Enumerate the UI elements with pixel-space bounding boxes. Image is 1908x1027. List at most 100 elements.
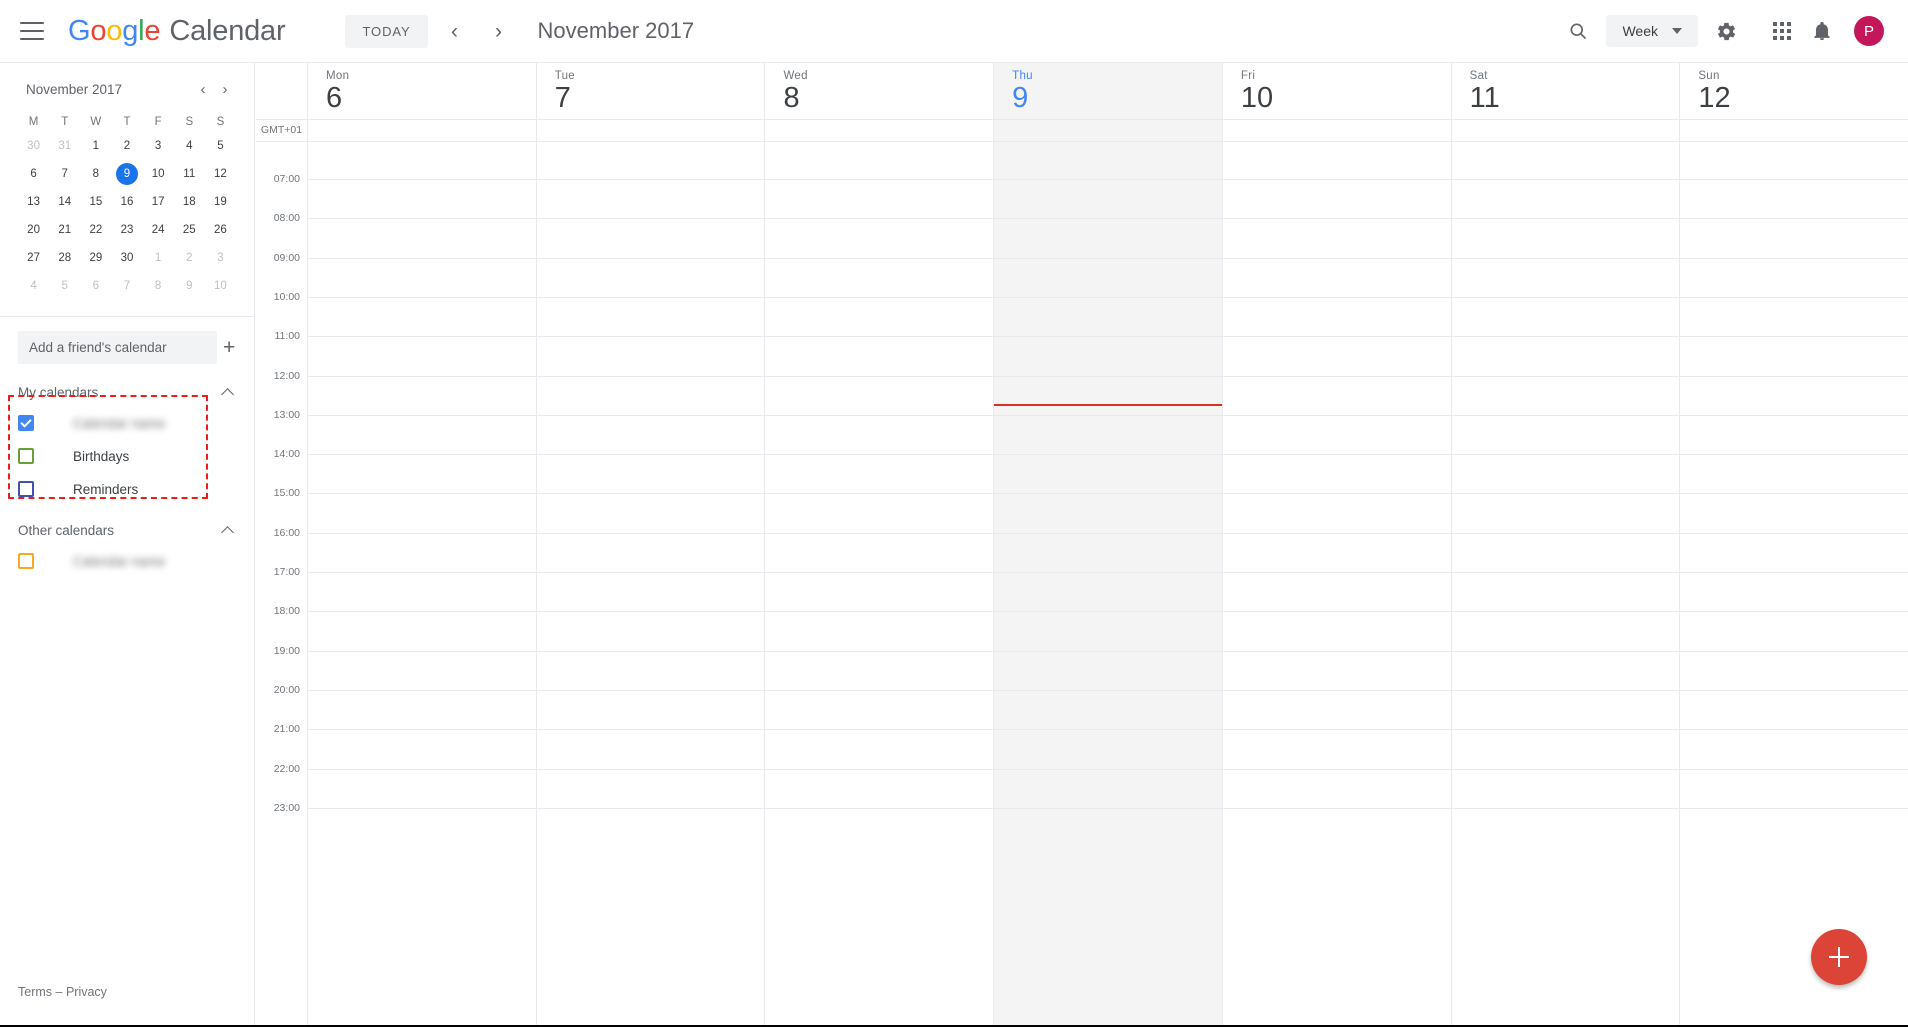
hamburger-menu-icon[interactable] <box>20 22 44 40</box>
day-column-fri[interactable] <box>1222 142 1452 1027</box>
mini-calendar-day[interactable]: 31 <box>49 133 80 158</box>
mini-calendar-day[interactable]: 11 <box>174 161 205 186</box>
mini-calendar-day[interactable]: 5 <box>49 273 80 298</box>
today-button[interactable]: TODAY <box>345 14 428 48</box>
mini-calendar-day[interactable]: 10 <box>143 161 174 186</box>
terms-link[interactable]: Terms <box>18 985 52 999</box>
my-calendar-item[interactable]: Birthdays <box>18 443 236 469</box>
other-calendar-item[interactable]: Calendar name <box>18 548 236 574</box>
mini-calendar-day[interactable]: 18 <box>174 189 205 214</box>
all-day-cell[interactable] <box>308 120 537 141</box>
mini-calendar-day[interactable]: 4 <box>174 133 205 158</box>
hour-gridline <box>1451 532 1680 534</box>
mini-calendar-day[interactable]: 3 <box>205 245 236 270</box>
my-calendar-item[interactable]: Reminders <box>18 476 236 502</box>
add-friend-calendar-button[interactable]: + <box>217 333 241 363</box>
day-header-mon[interactable]: Mon 6 <box>308 63 537 119</box>
day-column-mon[interactable] <box>308 142 537 1027</box>
mini-calendar-day[interactable]: 6 <box>18 161 49 186</box>
mini-calendar-day[interactable]: 30 <box>18 133 49 158</box>
day-column-sat[interactable] <box>1451 142 1681 1027</box>
mini-calendar-day[interactable]: 17 <box>143 189 174 214</box>
mini-calendar-day[interactable]: 2 <box>111 133 142 158</box>
apps-grid-icon[interactable] <box>1762 11 1802 51</box>
hour-gridline <box>994 257 1222 259</box>
mini-calendar-day[interactable]: 25 <box>174 217 205 242</box>
day-header-wed[interactable]: Wed 8 <box>765 63 995 119</box>
mini-calendar-day[interactable]: 13 <box>18 189 49 214</box>
calendar-checkbox[interactable] <box>18 448 34 464</box>
mini-calendar-day[interactable]: 14 <box>49 189 80 214</box>
calendar-checkbox[interactable] <box>18 553 34 569</box>
mini-calendar-day[interactable]: 9 <box>111 161 142 186</box>
mini-calendar-day[interactable]: 21 <box>49 217 80 242</box>
mini-calendar-day[interactable]: 7 <box>111 273 142 298</box>
mini-calendar-day[interactable]: 23 <box>111 217 142 242</box>
day-header-fri[interactable]: Fri 10 <box>1223 63 1452 119</box>
mini-calendar-day[interactable]: 5 <box>205 133 236 158</box>
bell-icon[interactable] <box>1802 11 1842 51</box>
mini-calendar-day[interactable]: 28 <box>49 245 80 270</box>
mini-calendar-day[interactable]: 29 <box>80 245 111 270</box>
mini-calendar-day[interactable]: 27 <box>18 245 49 270</box>
hour-gridline <box>1451 336 1680 338</box>
mini-calendar-day[interactable]: 1 <box>80 133 111 158</box>
day-header-thu[interactable]: Thu 9 <box>994 63 1223 119</box>
all-day-cell[interactable] <box>1452 120 1681 141</box>
all-day-cell[interactable] <box>994 120 1223 141</box>
day-of-week-label: Mon <box>326 70 350 82</box>
other-calendars-header[interactable]: Other calendars <box>18 512 236 548</box>
my-calendar-item[interactable]: Calendar name <box>18 410 236 436</box>
mini-calendar-day[interactable]: 16 <box>111 189 142 214</box>
mini-calendar-day[interactable]: 7 <box>49 161 80 186</box>
add-friend-calendar-input[interactable] <box>18 331 217 364</box>
mini-calendar-day[interactable]: 30 <box>111 245 142 270</box>
mini-calendar-day[interactable]: 8 <box>80 161 111 186</box>
week-grid-scroll-area[interactable]: 07:00 08:00 09:00 10:00 11:00 12:00 13:00 14:00… <box>256 142 1908 1027</box>
mini-calendar-day[interactable]: 2 <box>174 245 205 270</box>
mini-calendar-next-button[interactable]: › <box>214 78 236 100</box>
mini-calendar-day[interactable]: 24 <box>143 217 174 242</box>
mini-calendar-day[interactable]: 22 <box>80 217 111 242</box>
hour-gridline <box>1680 414 1908 416</box>
search-icon[interactable] <box>1558 11 1598 51</box>
mini-calendar-day[interactable]: 9 <box>174 273 205 298</box>
day-header-tue[interactable]: Tue 7 <box>537 63 766 119</box>
hour-gridline <box>1222 532 1451 534</box>
mini-calendar-day[interactable]: 15 <box>80 189 111 214</box>
mini-calendar-day[interactable]: 3 <box>143 133 174 158</box>
previous-period-button[interactable]: ‹ <box>438 14 472 48</box>
all-day-cell[interactable] <box>537 120 766 141</box>
mini-calendar-day[interactable]: 6 <box>80 273 111 298</box>
calendar-checkbox[interactable] <box>18 481 34 497</box>
day-column-wed[interactable] <box>765 142 995 1027</box>
day-column-thu[interactable] <box>994 142 1223 1027</box>
mini-calendar-day[interactable]: 4 <box>18 273 49 298</box>
user-avatar[interactable]: P <box>1854 16 1884 46</box>
all-day-cell[interactable] <box>1680 120 1908 141</box>
view-mode-select[interactable]: Week <box>1606 15 1698 47</box>
next-period-button[interactable]: › <box>482 14 516 48</box>
mini-calendar-day[interactable]: 12 <box>205 161 236 186</box>
hour-gridline <box>1222 454 1451 456</box>
day-column-tue[interactable] <box>536 142 766 1027</box>
privacy-link[interactable]: Privacy <box>66 985 107 999</box>
all-day-cell[interactable] <box>765 120 995 141</box>
gear-icon[interactable] <box>1706 11 1746 51</box>
create-event-button[interactable] <box>1811 929 1867 985</box>
day-header-sat[interactable]: Sat 11 <box>1452 63 1681 119</box>
hour-gridline <box>1451 807 1680 809</box>
time-gutter-header <box>256 63 308 119</box>
mini-calendar-day[interactable]: 20 <box>18 217 49 242</box>
mini-calendar-day[interactable]: 10 <box>205 273 236 298</box>
mini-calendar-prev-button[interactable]: ‹ <box>192 78 214 100</box>
mini-calendar-day[interactable]: 1 <box>143 245 174 270</box>
all-day-cell[interactable] <box>1223 120 1452 141</box>
calendar-checkbox[interactable] <box>18 415 34 431</box>
day-column-sun[interactable] <box>1680 142 1908 1027</box>
mini-calendar-day[interactable]: 26 <box>205 217 236 242</box>
mini-calendar-day[interactable]: 19 <box>205 189 236 214</box>
my-calendars-header[interactable]: My calendars <box>18 374 236 410</box>
mini-calendar-day[interactable]: 8 <box>143 273 174 298</box>
day-header-sun[interactable]: Sun 12 <box>1680 63 1908 119</box>
